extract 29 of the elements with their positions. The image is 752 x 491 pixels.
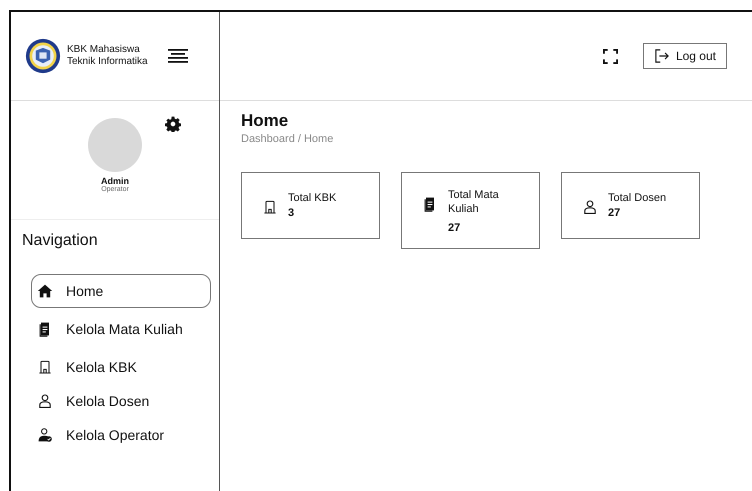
user-check-icon — [37, 427, 53, 443]
stat-label: Total Dosen — [608, 191, 666, 205]
nav-item[interactable]: Kelola Dosen — [31, 384, 211, 418]
navigation-heading: Navigation — [21, 231, 99, 251]
stat-label: Total KBK — [288, 191, 336, 205]
logo-icon — [25, 38, 61, 74]
breadcrumb: Dashboard / Home — [241, 133, 334, 145]
person-icon — [37, 393, 53, 409]
menu-icon[interactable] — [168, 49, 188, 63]
nav-item[interactable]: Kelola Mata Kuliah — [31, 312, 211, 346]
building-icon — [37, 359, 53, 375]
building-icon — [262, 199, 278, 215]
nav-item[interactable]: Home — [31, 274, 211, 308]
home-icon — [37, 283, 53, 299]
logout-button[interactable]: Log out — [642, 43, 727, 69]
nav-item[interactable]: Kelola KBK — [31, 350, 211, 384]
stat-value: 3 — [288, 207, 296, 219]
fullscreen-icon[interactable] — [602, 48, 618, 64]
stat-value: 27 — [448, 222, 462, 234]
stat-value: 27 — [608, 207, 622, 219]
logout-icon — [654, 49, 670, 63]
user-name: Admin — [101, 176, 129, 186]
settings-icon[interactable] — [165, 116, 181, 132]
person-icon — [582, 199, 598, 215]
stat-label: Total Mata Kuliah — [448, 188, 500, 216]
brand-name: Teknik Informatika — [67, 56, 148, 68]
brand-name: KBK Mahasiswa — [67, 44, 141, 56]
page-title: Home — [241, 111, 290, 131]
nav-item[interactable]: Kelola Operator — [31, 418, 211, 452]
